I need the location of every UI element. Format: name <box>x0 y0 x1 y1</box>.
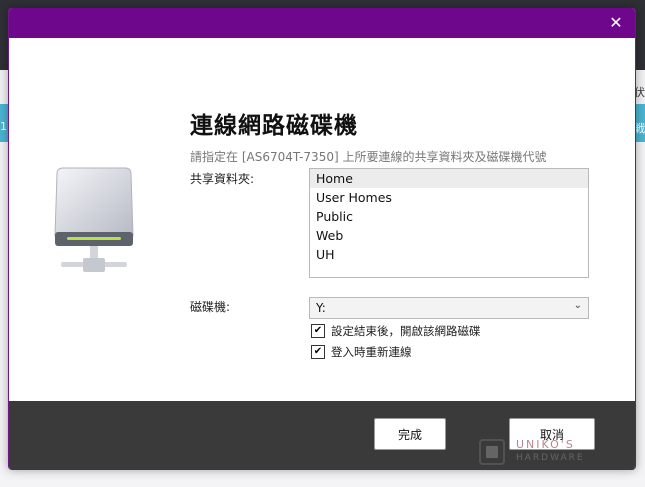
watermark-logo-icon <box>479 439 505 465</box>
shared-folder-list[interactable]: Home User Homes Public Web UH <box>309 168 589 278</box>
shared-folder-label: 共享資料夾: <box>190 172 255 186</box>
drive-letter-select[interactable]: Y: ⌄ <box>309 297 589 319</box>
finish-button[interactable]: 完成 <box>374 418 446 450</box>
map-network-drive-dialog: ✕ 連線網路磁碟機 請指定在 [AS6704T-7350] 上所要連線的共享資料… <box>8 8 636 470</box>
watermark-subtext: HARDWARE <box>516 453 585 463</box>
open-drive-option: ✔ 設定結束後，開啟該網路磁碟 <box>311 323 481 339</box>
folder-item-web[interactable]: Web <box>310 226 588 245</box>
close-icon[interactable]: ✕ <box>607 14 625 32</box>
open-drive-checkbox-label: 設定結束後，開啟該網路磁碟 <box>331 324 481 338</box>
dialog-heading: 連線網路磁碟機 <box>190 113 358 139</box>
drive-letter-value: Y: <box>316 301 326 315</box>
chevron-down-icon: ⌄ <box>573 300 582 311</box>
reconnect-checkbox[interactable]: ✔ <box>311 345 325 359</box>
open-drive-checkbox[interactable]: ✔ <box>311 324 325 338</box>
folder-item-user-homes[interactable]: User Homes <box>310 188 588 207</box>
background-row-left-text: 1 <box>0 120 7 133</box>
dialog-titlebar: ✕ <box>9 8 635 38</box>
folder-item-home[interactable]: Home <box>310 169 588 188</box>
folder-item-uh[interactable]: UH <box>310 245 588 264</box>
network-drive-icon <box>54 167 134 272</box>
dialog-subtitle: 請指定在 [AS6704T-7350] 上所要連線的共享資料夾及磁碟機代號 <box>190 150 547 164</box>
reconnect-option: ✔ 登入時重新連線 <box>311 344 412 360</box>
drive-letter-label: 磁碟機: <box>190 300 231 314</box>
reconnect-checkbox-label: 登入時重新連線 <box>331 345 412 359</box>
folder-item-public[interactable]: Public <box>310 207 588 226</box>
watermark-text: UNIKO'S <box>516 438 575 451</box>
